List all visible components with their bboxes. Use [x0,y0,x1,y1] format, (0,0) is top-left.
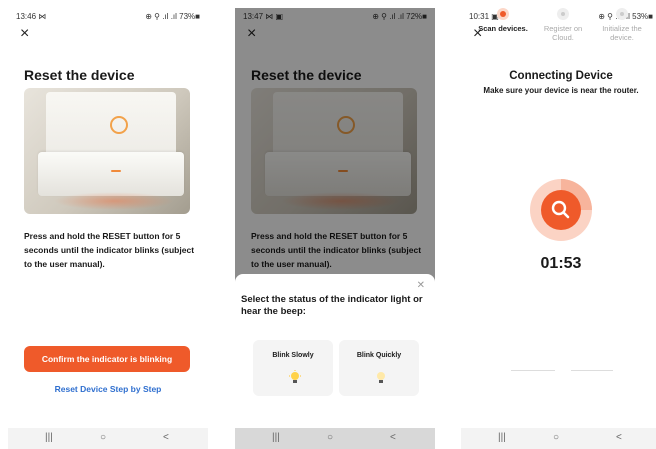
step-scan-devices: Scan devices. [473,8,533,33]
indicator-led [111,170,121,172]
step-indicator-inactive [616,8,628,20]
screen-connecting-device: 10:31 ▣ ⊕ ⚲ .ıl .ıl 53%■ × Connecting De… [461,8,656,449]
device-photo [24,88,190,214]
power-ring-icon [110,116,128,134]
step-indicator-active [497,8,509,20]
close-sheet-icon[interactable]: ✕ [417,280,425,291]
indicator-status-sheet: ✕ Select the status of the indicator lig… [235,274,435,428]
step-register-cloud: Register on Cloud. [533,8,593,42]
blink-quickly-option[interactable]: Blink Quickly [339,340,419,396]
step-label: Initialize the device. [602,24,642,42]
android-nav-bar: ||| ○ < [235,428,435,449]
page-title: Connecting Device [509,70,613,82]
status-time: 13:46 ⋈ [16,12,47,21]
page-subtitle: Make sure your device is near the router… [483,86,639,95]
android-nav-bar: ||| ○ < [8,428,208,449]
home-icon[interactable]: ○ [327,432,333,443]
reset-instructions: Press and hold the RESET button for 5 se… [24,231,195,269]
step-label: Register on Cloud. [543,24,583,42]
back-icon[interactable]: < [616,432,622,443]
recent-apps-icon[interactable]: ||| [498,432,506,443]
countdown-timer: 01:53 [540,255,582,272]
home-icon[interactable]: ○ [100,432,106,443]
step-label: Scan devices. [478,24,528,33]
option-label: Blink Quickly [356,352,402,359]
home-icon[interactable]: ○ [553,432,559,443]
step-connector [511,370,555,371]
blink-slowly-option[interactable]: Blink Slowly [253,340,333,396]
screen-reset-device: 13:46 ⋈ ⊕ ⚲ .ıl .ıl 73%■ × Reset the dev… [8,8,208,449]
option-label: Blink Slowly [272,352,314,359]
screen-select-indicator-status: 13:47 ⋈ ▣ ⊕ ⚲ .ıl .ıl 72%■ × Reset the d… [235,8,435,449]
step-initialize-device: Initialize the device. [592,8,652,42]
close-icon[interactable]: × [20,26,29,42]
back-icon[interactable]: < [390,432,396,443]
sheet-title: Select the status of the indicator light… [241,294,423,317]
confirm-blinking-button[interactable]: Confirm the indicator is blinking [24,346,190,372]
indicator-glow [54,192,174,210]
android-nav-bar: ||| ○ < [461,428,656,449]
recent-apps-icon[interactable]: ||| [272,432,280,443]
recent-apps-icon[interactable]: ||| [45,432,53,443]
bulb-lit-icon [288,370,301,384]
step-connector [571,370,613,371]
page-title: Reset the device [24,67,135,83]
reset-step-by-step-link[interactable]: Reset Device Step by Step [8,384,208,394]
step-indicator-inactive [557,8,569,20]
status-bar: 13:46 ⋈ ⊕ ⚲ .ıl .ıl 73%■ [8,8,208,24]
back-icon[interactable]: < [163,432,169,443]
device-base [38,152,184,196]
status-indicators: ⊕ ⚲ .ıl .ıl 73%■ [145,12,200,21]
search-radar [529,178,593,242]
bulb-icon [374,370,385,384]
